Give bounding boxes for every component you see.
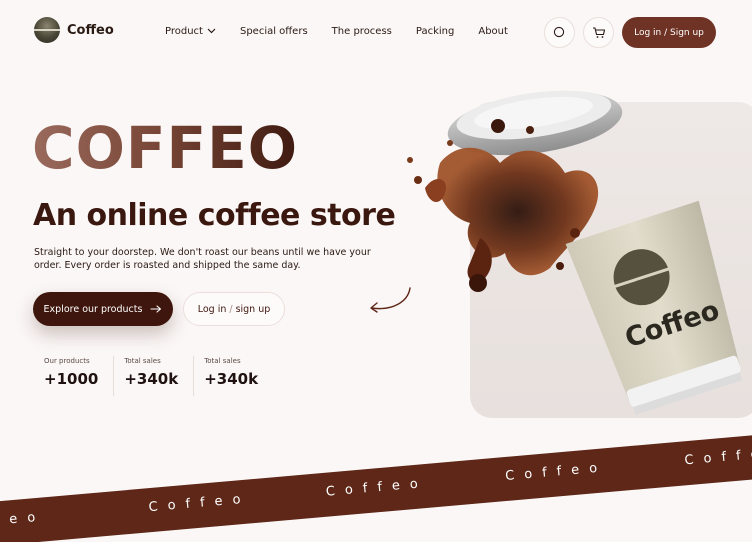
coffee-cup-illustration: Coffeo: [407, 90, 743, 415]
login-label: Log in: [197, 303, 227, 315]
chevron-down-icon: [207, 28, 216, 33]
stat-value: +340k: [204, 370, 259, 388]
cart-button[interactable]: [583, 17, 614, 48]
hero-login-signup-button[interactable]: Log in / sign up: [183, 292, 285, 326]
stat-label: Total sales: [204, 357, 241, 365]
stat-label: Our products: [44, 357, 90, 365]
arrow-right-icon: [150, 305, 162, 313]
ticker-track: Coffeo Coffeo Coffeo Coffeo Coffeo: [0, 444, 752, 535]
stat-value: +340k: [124, 370, 179, 388]
signup-label: sign up: [235, 303, 271, 315]
explore-products-label: Explore our products: [43, 303, 143, 315]
nav-item-special-offers[interactable]: Special offers: [240, 26, 308, 37]
separator-slash: /: [229, 303, 233, 315]
hero-brand-title: COFFEO: [32, 114, 299, 182]
nav-item-label: About: [478, 26, 508, 37]
ticker-word: Coffeo: [683, 444, 752, 469]
logo-text: Coffeo: [67, 22, 114, 38]
nav-item-about[interactable]: About: [478, 26, 508, 37]
nav-item-packing[interactable]: Packing: [416, 26, 454, 37]
cart-icon: [592, 27, 605, 38]
ticker-word: Coffeo: [0, 509, 46, 534]
site-header: Coffeo Product Special offers The proces…: [0, 0, 752, 64]
hero-title: An online coffee store: [33, 198, 396, 233]
nav-item-label: Packing: [415, 26, 455, 37]
stats-row: Our products +1000 Total sales +340k Tot…: [34, 356, 273, 396]
stat-value: +1000: [44, 370, 99, 388]
ticker-word: Coffeo: [325, 475, 429, 500]
ticker-word: Coffeo: [148, 491, 252, 516]
ticker-word: Coffeo: [504, 460, 608, 484]
logo-mark-icon: [34, 17, 60, 43]
nav-item-product[interactable]: Product: [165, 26, 216, 37]
stat-item: Our products +1000: [34, 356, 113, 396]
explore-products-button[interactable]: Explore our products: [33, 292, 173, 326]
nav-item-the-process[interactable]: The process: [332, 26, 392, 37]
search-icon: [553, 26, 565, 38]
main-nav: Product Special offers The process Packi…: [165, 26, 508, 37]
stat-label: Total sales: [124, 357, 161, 365]
curved-arrow-icon: [370, 287, 411, 313]
login-signup-button[interactable]: Log in / Sign up: [622, 17, 716, 48]
nav-item-label: Special offers: [239, 26, 308, 37]
stat-item: Total sales +340k: [113, 356, 193, 396]
nav-item-label: Product: [165, 26, 203, 37]
brand-ticker-band: Coffeo Coffeo Coffeo Coffeo Coffeo: [0, 433, 752, 542]
hero-description: Straight to your doorstep. We don't roas…: [34, 247, 371, 271]
stat-item: Total sales +340k: [193, 356, 273, 396]
nav-item-label: The process: [331, 26, 392, 37]
search-button[interactable]: [544, 17, 575, 48]
logo[interactable]: Coffeo: [34, 17, 114, 43]
